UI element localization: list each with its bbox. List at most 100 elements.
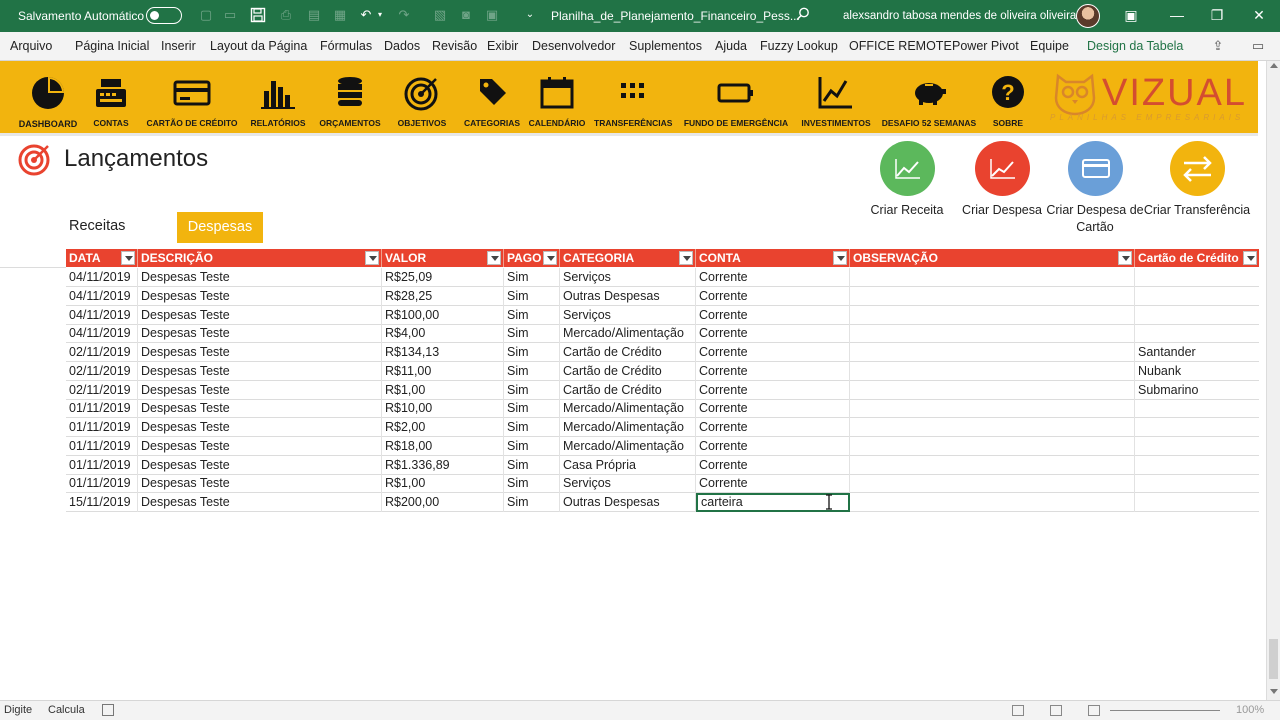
cell-data[interactable]: 04/11/2019 [66, 286, 138, 306]
cell-observacao[interactable] [850, 493, 1135, 512]
scroll-thumb[interactable] [1269, 639, 1278, 679]
form-icon[interactable]: ▣ [484, 7, 500, 23]
cell-categoria[interactable]: Outras Despesas [560, 493, 696, 512]
scroll-down-icon[interactable] [1270, 689, 1278, 694]
header-conta[interactable]: CONTA [696, 249, 850, 267]
nav-cartao-de-credito[interactable]: CARTÃO DE CRÉDITO [145, 61, 239, 133]
tab-office-remote[interactable]: OFFICE REMOTE [849, 39, 952, 53]
cell-descricao[interactable]: Despesas Teste [138, 474, 382, 494]
tab-desenvolvedor[interactable]: Desenvolvedor [532, 39, 615, 53]
cell-conta[interactable]: Corrente [696, 474, 850, 494]
cell-descricao[interactable]: Despesas Teste [138, 305, 382, 325]
sort-icon[interactable]: ▧ [432, 7, 448, 23]
cell-data[interactable]: 01/11/2019 [66, 418, 138, 437]
cell-conta[interactable]: Corrente [696, 399, 850, 419]
tab-receitas[interactable]: Receitas [69, 218, 125, 234]
header-data[interactable]: DATA [66, 249, 138, 267]
nav-dashboard[interactable]: DASHBOARD [18, 61, 78, 133]
cell-observacao[interactable] [850, 399, 1135, 419]
tab-suplementos[interactable]: Suplementos [629, 39, 702, 53]
page-layout-view-icon[interactable] [1050, 705, 1062, 716]
tab-despesas[interactable]: Despesas [177, 212, 263, 243]
autosave-toggle[interactable] [146, 7, 182, 24]
filter-dropdown-icon[interactable] [487, 251, 501, 265]
cell-valor[interactable]: R$10,00 [382, 399, 504, 419]
cell-pago[interactable]: Sim [504, 493, 560, 512]
header-descricao[interactable]: DESCRIÇÃO [138, 249, 382, 267]
user-name[interactable]: alexsandro tabosa mendes de oliveira oli… [843, 10, 1076, 22]
page-break-view-icon[interactable] [1088, 705, 1100, 716]
cell-pago[interactable]: Sim [504, 418, 560, 437]
zoom-slider[interactable] [1110, 710, 1220, 711]
cell-data[interactable]: 04/11/2019 [66, 268, 138, 287]
search-icon[interactable] [796, 7, 810, 24]
cell-descricao[interactable]: Despesas Teste [138, 343, 382, 362]
cell-data[interactable]: 04/11/2019 [66, 324, 138, 344]
open-file-icon[interactable]: ▭ [222, 7, 238, 23]
cell-descricao[interactable]: Despesas Teste [138, 268, 382, 287]
cell-data[interactable]: 01/11/2019 [66, 399, 138, 419]
cell-conta[interactable]: Corrente [696, 343, 850, 362]
cell-valor[interactable]: R$1.336,89 [382, 455, 504, 475]
cell-pago[interactable]: Sim [504, 286, 560, 306]
cell-observacao[interactable] [850, 380, 1135, 400]
filter-dropdown-icon[interactable] [1118, 251, 1132, 265]
cell-conta[interactable]: Corrente [696, 455, 850, 475]
cell-cartao[interactable]: Nubank [1135, 362, 1259, 381]
cell-conta[interactable]: Corrente [696, 324, 850, 344]
status-calc[interactable]: Calcula [48, 704, 85, 716]
cell-descricao[interactable]: Despesas Teste [138, 455, 382, 475]
tab-formulas[interactable]: Fórmulas [320, 39, 372, 53]
cell-conta[interactable]: Corrente [696, 361, 850, 381]
zoom-level[interactable]: 100% [1236, 704, 1264, 716]
nav-desafio-52-semanas[interactable]: DESAFIO 52 SEMANAS [880, 61, 978, 133]
save-icon[interactable] [250, 7, 266, 23]
tab-revisao[interactable]: Revisão [432, 39, 477, 53]
cell-descricao[interactable]: Despesas Teste [138, 286, 382, 306]
scroll-up-icon[interactable] [1270, 63, 1278, 68]
cell-valor[interactable]: R$100,00 [382, 305, 504, 325]
nav-relatorios[interactable]: RELATÓRIOS [248, 61, 308, 133]
cell-observacao[interactable] [850, 474, 1135, 494]
cell-valor[interactable]: R$18,00 [382, 436, 504, 456]
cell-descricao[interactable]: Despesas Teste [138, 399, 382, 419]
cell-descricao[interactable]: Despesas Teste [138, 436, 382, 456]
quick-print-icon[interactable]: ▤ [306, 7, 322, 23]
cell-categoria[interactable]: Casa Própria [560, 455, 696, 475]
tab-inserir[interactable]: Inserir [161, 39, 196, 53]
cell-data[interactable]: 01/11/2019 [66, 436, 138, 456]
cell-pago[interactable]: Sim [504, 305, 560, 325]
spelling-icon[interactable]: ▦ [332, 7, 348, 23]
cell-data[interactable]: 15/11/2019 [66, 493, 138, 512]
nav-fundo-de-emergencia[interactable]: FUNDO DE EMERGÊNCIA [683, 61, 789, 133]
cell-valor[interactable]: R$11,00 [382, 361, 504, 381]
cell-categoria[interactable]: Cartão de Crédito [560, 380, 696, 400]
new-file-icon[interactable]: ▢ [198, 7, 214, 23]
cell-pago[interactable]: Sim [504, 324, 560, 344]
close-icon[interactable]: ✕ [1250, 7, 1268, 23]
cell-descricao[interactable]: Despesas Teste [138, 418, 382, 437]
cell-observacao[interactable] [850, 361, 1135, 381]
redo-icon[interactable]: ↷ [396, 7, 412, 23]
cell-cartao[interactable] [1135, 474, 1259, 493]
cell-data[interactable]: 04/11/2019 [66, 305, 138, 325]
cell-valor[interactable]: R$2,00 [382, 418, 504, 437]
cell-categoria[interactable]: Mercado/Alimentação [560, 418, 696, 437]
cell-cartao[interactable] [1135, 306, 1259, 325]
cell-observacao[interactable] [850, 286, 1135, 306]
cell-cartao[interactable]: Submarino [1135, 381, 1259, 400]
tab-dados[interactable]: Dados [384, 39, 420, 53]
cell-categoria[interactable]: Serviços [560, 474, 696, 494]
nav-transferencias[interactable]: TRANSFERÊNCIAS [594, 61, 672, 133]
cell-observacao[interactable] [850, 418, 1135, 437]
tab-power-pivot[interactable]: Power Pivot [952, 39, 1019, 53]
comments-icon[interactable]: ▭ [1250, 38, 1266, 54]
cell-cartao[interactable] [1135, 268, 1259, 287]
cell-conta[interactable]: Corrente [696, 380, 850, 400]
cell-categoria[interactable]: Cartão de Crédito [560, 361, 696, 381]
cell-conta[interactable]: Corrente [696, 436, 850, 456]
cell-observacao[interactable] [850, 436, 1135, 456]
minimize-icon[interactable]: — [1168, 7, 1186, 23]
cell-cartao[interactable] [1135, 493, 1259, 512]
tab-pagina-inicial[interactable]: Página Inicial [75, 39, 149, 53]
